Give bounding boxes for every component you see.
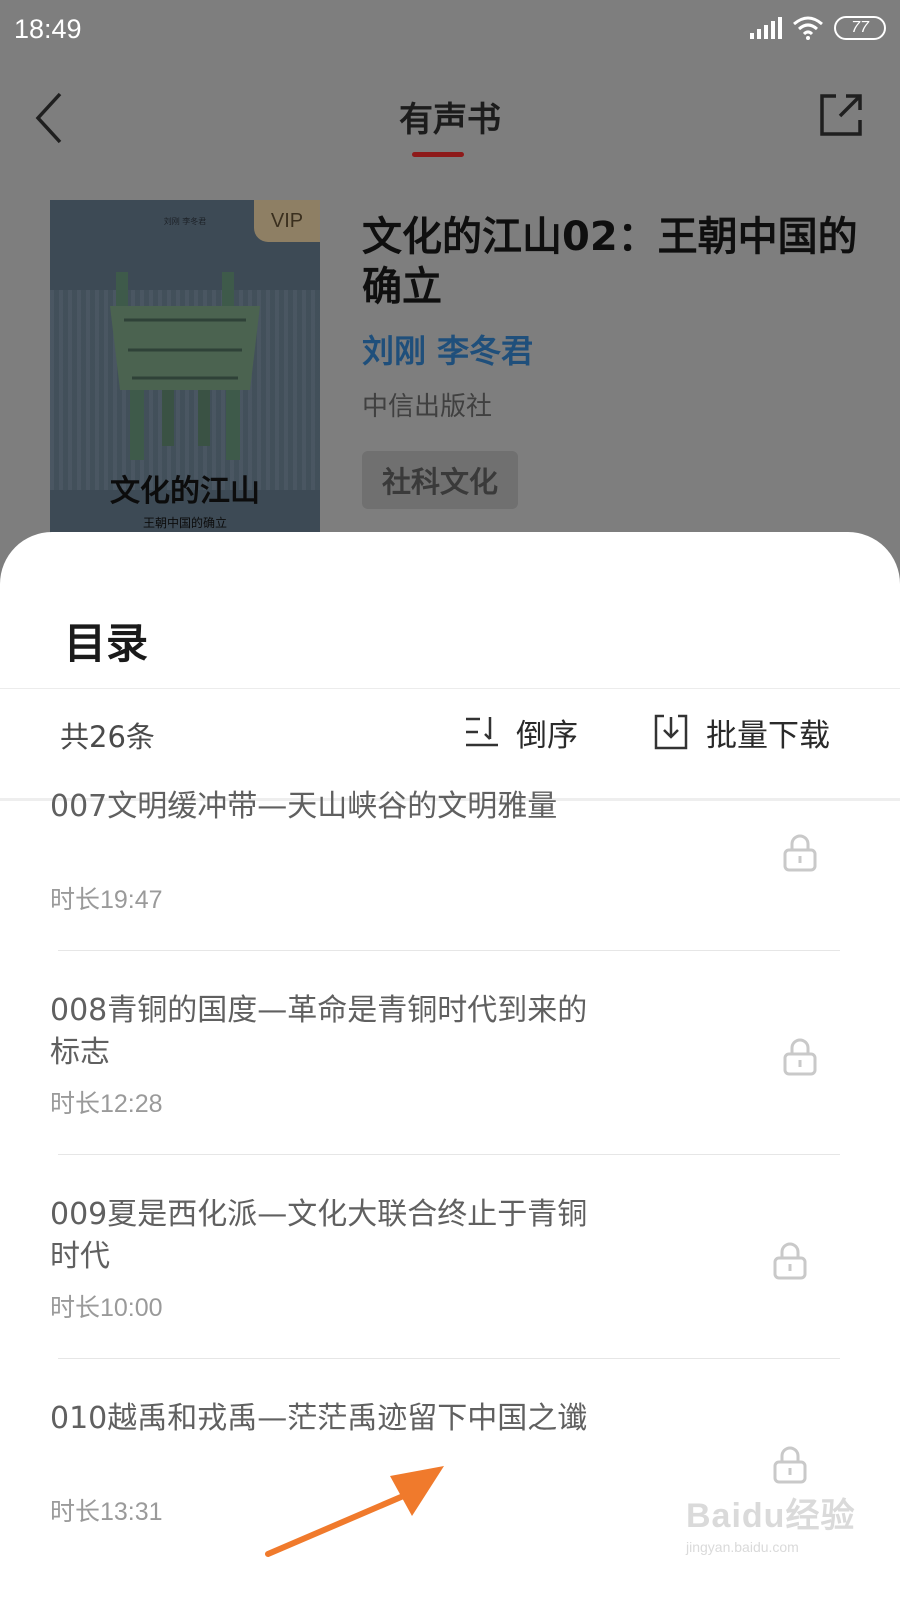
lock-icon [783,1038,817,1076]
episode-count: 共26条 [60,720,155,754]
annotation-arrow-icon [265,1466,444,1557]
episode-duration: 时长12:28 [50,1090,163,1118]
status-bar: 18:49 77 [0,0,900,60]
divider [0,688,900,689]
cover-subtitle: 王朝中国的确立 [142,516,227,530]
book-authors[interactable]: 刘刚 李冬君 [362,326,862,372]
episode-title: 010越禹和戎禹—茫茫禹迹留下中国之谶 [50,1401,588,1436]
batch-download-button[interactable]: 批量下载 [652,702,830,762]
lock-icon [773,1242,807,1280]
episode-duration: 时长19:47 [50,886,163,914]
status-time: 18:49 [14,14,82,44]
catalog-sheet: 目录 共26条 倒序 批量下载 007文明缓冲带—天山峡谷的文明雅量 时长19:… [0,532,900,1600]
page-title: 有声书 [399,100,501,140]
baidu-watermark: Baidu经验 jingyan.baidu.com [686,1488,855,1555]
book-cover[interactable]: 刘刚 李冬君 文化的江山 王朝中国的确立 VIP [50,200,320,540]
book-title: 文化的江山02：王朝中国的确立 [362,214,858,310]
watermark-brand: Baidu经验 [686,1497,856,1535]
episode-row[interactable]: 009夏是西化派—文化大联合终止于青铜时代 时长10:00 [0,1194,900,1398]
episode-duration: 时长10:00 [50,1294,163,1322]
episode-title: 009夏是西化派—文化大联合终止于青铜时代 [50,1197,588,1274]
book-publisher: 中信出版社 [362,392,493,422]
catalog-title: 目录 [64,619,149,668]
reverse-order-button[interactable]: 倒序 [464,702,578,762]
episode-title: 008青铜的国度—革命是青铜时代到来的标志 [50,993,588,1070]
download-icon [654,714,688,750]
share-icon[interactable] [816,90,866,140]
reverse-order-label: 倒序 [516,717,578,754]
episode-row[interactable]: 008青铜的国度—革命是青铜时代到来的标志 时长12:28 [0,990,900,1194]
row-divider [58,1154,840,1155]
title-underline [412,152,464,157]
wifi-icon [793,16,823,40]
batch-download-label: 批量下载 [706,717,830,754]
top-navigation: 有声书 [0,70,900,170]
row-divider [58,1358,840,1359]
cover-title: 文化的江山 [110,474,260,509]
watermark-url: jingyan.baidu.com [686,1539,799,1555]
bronze-ding-illustration [110,272,260,460]
episode-row[interactable]: 007文明缓冲带—天山峡谷的文明雅量 时长19:47 [0,786,900,990]
sort-icon [466,717,498,747]
category-tag[interactable]: 社科文化 [362,451,519,509]
vip-badge: VIP [254,200,320,242]
book-info: 文化的江山02：王朝中国的确立 刘刚 李冬君 中信出版社 社科文化 [362,212,862,509]
battery-indicator: 77 [834,16,886,40]
row-divider [58,950,840,951]
status-icons: 77 [750,16,886,40]
episode-duration: 时长13:31 [50,1498,163,1526]
episode-title: 007文明缓冲带—天山峡谷的文明雅量 [50,789,558,824]
lock-icon [783,834,817,872]
lock-icon [773,1446,807,1484]
signal-icon [750,17,782,39]
